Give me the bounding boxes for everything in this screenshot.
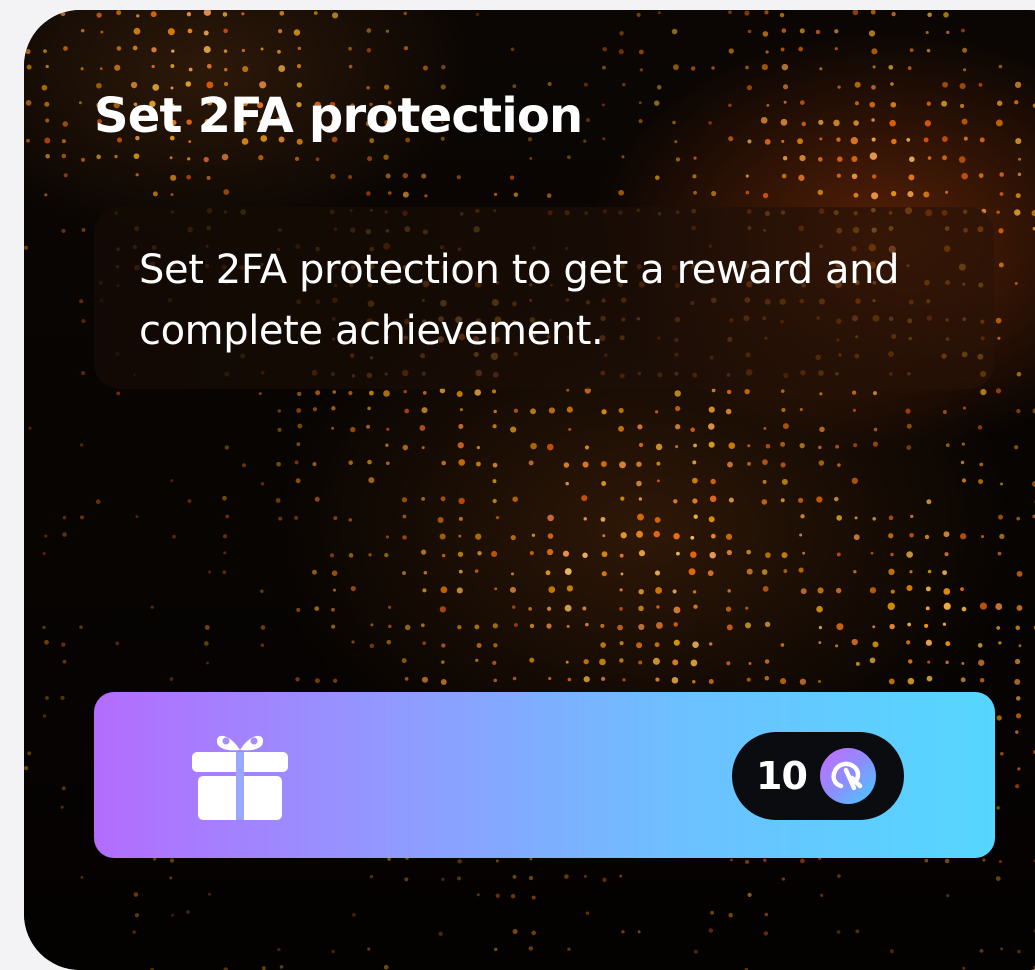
achievement-card[interactable]: Set 2FA protection Set 2FA protection to… [24, 10, 1035, 970]
reward-amount: 10 [756, 754, 808, 798]
gift-icon [192, 735, 288, 820]
reward-amount-pill: 10 [732, 732, 904, 820]
achievement-description: Set 2FA protection to get a reward and c… [139, 247, 900, 354]
achievement-title: Set 2FA protection [94, 88, 583, 144]
achievement-description-box: Set 2FA protection to get a reward and c… [94, 207, 994, 389]
reward-bar: 10 [94, 692, 995, 858]
coin-icon [820, 748, 876, 804]
